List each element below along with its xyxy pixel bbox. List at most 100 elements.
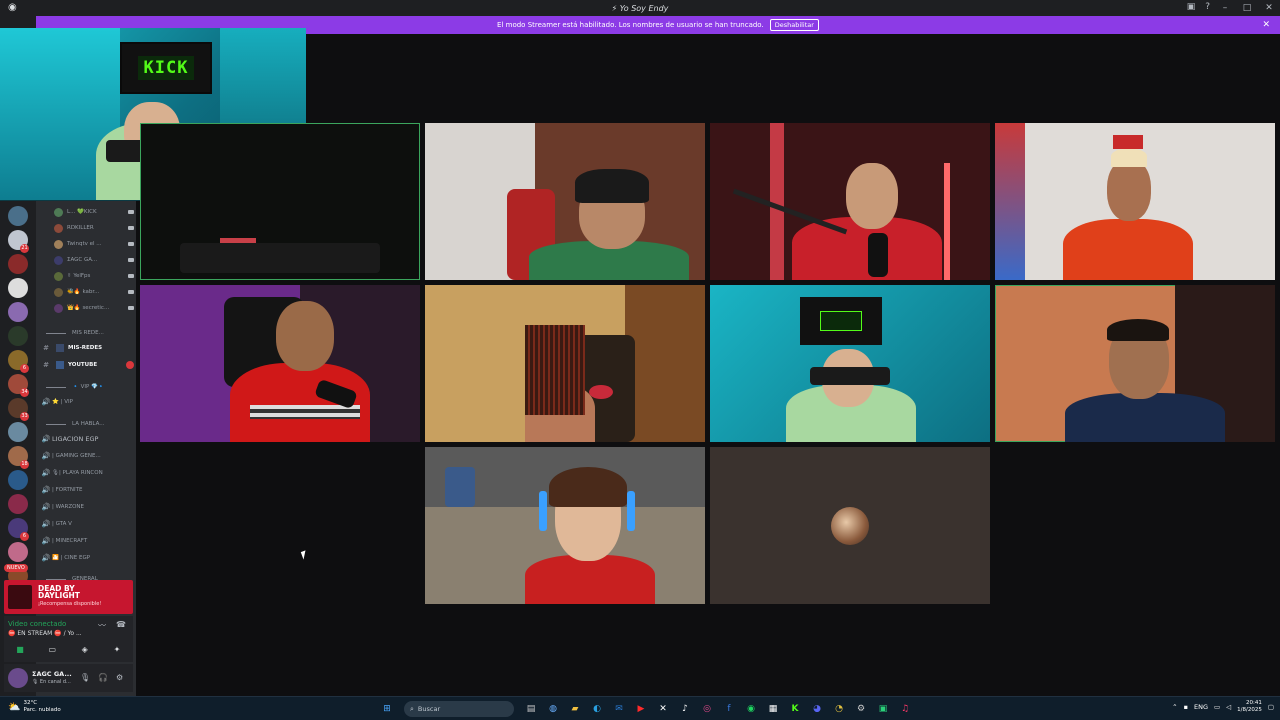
gear-icon[interactable]: ⚙	[116, 673, 123, 682]
network-icon[interactable]: ▭	[1214, 703, 1220, 711]
banner-close-icon[interactable]: ✕	[1262, 20, 1270, 30]
flag	[1113, 135, 1143, 149]
server-icon[interactable]	[8, 326, 28, 346]
text-channel[interactable]: # MIS-REDES	[40, 341, 134, 355]
tiktok-icon[interactable]: ♪	[676, 700, 694, 718]
help-icon[interactable]: ?	[1205, 2, 1210, 12]
server-icon[interactable]	[8, 494, 28, 514]
chrome-icon[interactable]: ◔	[830, 700, 848, 718]
kick-icon[interactable]: K	[786, 700, 804, 718]
voice-channel[interactable]: 🔊 🎦 | CINE EGP	[40, 551, 134, 565]
server-icon[interactable]	[8, 470, 28, 490]
video-tile[interactable]	[710, 447, 990, 604]
notifications-icon[interactable]: ▢	[1268, 703, 1274, 711]
noise-suppression-icon[interactable]: 〰	[98, 620, 106, 631]
instagram-icon[interactable]: ◎	[698, 700, 716, 718]
text-channel[interactable]: # YOUTUBE	[40, 358, 134, 372]
video-tile[interactable]	[710, 123, 990, 280]
microphone-icon[interactable]: 🎙	[80, 673, 90, 682]
server-icon[interactable]	[8, 254, 28, 274]
close-button[interactable]: ✕	[1258, 0, 1280, 16]
headphones-icon[interactable]: 🎧	[98, 673, 108, 682]
tiktok-live-icon[interactable]: ♫	[896, 700, 914, 718]
inbox-icon[interactable]: ▣	[1187, 2, 1196, 12]
category-header[interactable]: 🔹 VIP 💎🔹	[46, 380, 136, 394]
voice-user[interactable]: 🐝🔥 kabr...	[54, 285, 134, 299]
weather-widget[interactable]: ⛅ 32°C Parc. nublado	[8, 700, 61, 714]
video-icon	[128, 210, 134, 214]
voice-user[interactable]: RDKILLER	[54, 221, 134, 235]
hat	[1111, 149, 1147, 167]
speaker-icon: 🔊	[41, 452, 51, 460]
store-icon[interactable]: ▦	[764, 700, 782, 718]
camera-button[interactable]: ■	[8, 643, 32, 657]
voice-user[interactable]: ✌ YelFps	[54, 269, 134, 283]
video-tile[interactable]	[995, 123, 1275, 280]
language-indicator[interactable]: ENG	[1194, 703, 1208, 711]
person-hair	[525, 325, 585, 415]
voice-user[interactable]: 👑🔥 secretic...	[54, 301, 134, 315]
file-explorer-icon[interactable]: ▰	[566, 700, 584, 718]
server-icon[interactable]	[8, 206, 28, 226]
youtube-icon[interactable]: ▶	[632, 700, 650, 718]
voice-channel[interactable]: 🔊 ⭐ | VIP	[40, 395, 134, 409]
server-icon[interactable]	[8, 542, 28, 562]
minimize-button[interactable]: –	[1214, 0, 1236, 16]
soundboard-button[interactable]: ✦	[105, 643, 129, 657]
category-header[interactable]: LA HABLA...	[46, 417, 136, 431]
search-placeholder: Buscar	[417, 705, 441, 713]
voice-channel[interactable]: 🔊 | GTA V	[40, 517, 134, 531]
video-tile[interactable]	[710, 285, 990, 442]
voice-user[interactable]: ΣAGC GA...	[54, 253, 134, 267]
video-tile[interactable]	[425, 285, 705, 442]
video-tile[interactable]	[140, 123, 420, 280]
category-header[interactable]: MIS REDE...	[46, 326, 136, 340]
steam-icon[interactable]: ⚙	[852, 700, 870, 718]
video-tile[interactable]	[425, 123, 705, 280]
voice-channel[interactable]: 🔊 | MINECRAFT	[40, 534, 134, 548]
server-icon[interactable]	[8, 422, 28, 442]
facebook-icon[interactable]: f	[720, 700, 738, 718]
outlook-icon[interactable]: ✉	[610, 700, 628, 718]
activity-card[interactable]: DEAD BY DAYLIGHT ¡Recompensa disponible!	[4, 580, 133, 614]
app-icon[interactable]: ▣	[874, 700, 892, 718]
speaker-icon: 🔊	[41, 469, 51, 477]
person-head	[846, 163, 898, 229]
video-tile[interactable]	[140, 285, 420, 442]
spotify-icon[interactable]: ◉	[742, 700, 760, 718]
voice-channel[interactable]: 🔊 | GAMING GENE...	[40, 449, 134, 463]
voice-channel[interactable]: 🔊 | WARZONE	[40, 500, 134, 514]
volume-icon[interactable]: ◁	[1226, 703, 1231, 711]
voice-user[interactable]: L... 💚KICK	[54, 205, 134, 219]
taskbar-search[interactable]: ⌕ Buscar	[404, 701, 514, 717]
screen-share-button[interactable]: ▭	[40, 643, 64, 657]
edge-icon[interactable]: ◐	[588, 700, 606, 718]
copilot-icon[interactable]: ◍	[544, 700, 562, 718]
start-button-icon[interactable]: ⊞	[378, 700, 396, 718]
maximize-button[interactable]: □	[1236, 0, 1258, 16]
disconnect-icon[interactable]: ☎	[116, 620, 126, 629]
voice-user[interactable]: Twinqtv el ...	[54, 237, 134, 251]
app-tray-icon[interactable]: ▪	[1184, 703, 1188, 711]
x-icon[interactable]: ✕	[654, 700, 672, 718]
activity-button[interactable]: ◈	[73, 643, 97, 657]
video-tile[interactable]	[425, 447, 705, 604]
voice-channel[interactable]: 🔊 LIGACION EGP	[40, 432, 134, 446]
disable-streamer-button[interactable]: Deshabilitar	[769, 19, 819, 31]
discord-icon[interactable]: ◕	[808, 700, 826, 718]
windows-taskbar: ⛅ 32°C Parc. nublado ⊞ ⌕ Buscar ▤ ◍ ▰ ◐ ✉ …	[0, 696, 1280, 720]
video-tile[interactable]	[995, 285, 1275, 442]
server-icon[interactable]	[8, 302, 28, 322]
task-view-icon[interactable]: ▤	[522, 700, 540, 718]
chevron-up-icon[interactable]: ⌃	[1172, 703, 1177, 711]
avatar	[54, 271, 63, 281]
channel-label: LIGACION EGP	[52, 435, 99, 443]
mic-arm	[732, 188, 848, 235]
avatar[interactable]	[8, 668, 28, 688]
clock[interactable]: 20:41 1/8/2025	[1237, 700, 1262, 714]
server-icon[interactable]	[8, 278, 28, 298]
voice-channel[interactable]: 🔊 | FORTNITE	[40, 483, 134, 497]
voice-channel-detail[interactable]: ⛔ EN STREAM ⛔ / Yo ...	[8, 630, 82, 637]
voice-channel[interactable]: 🔊 🎙| PLAYA RINCON	[40, 466, 134, 480]
category-label: 🔹 VIP 💎🔹	[72, 384, 105, 390]
